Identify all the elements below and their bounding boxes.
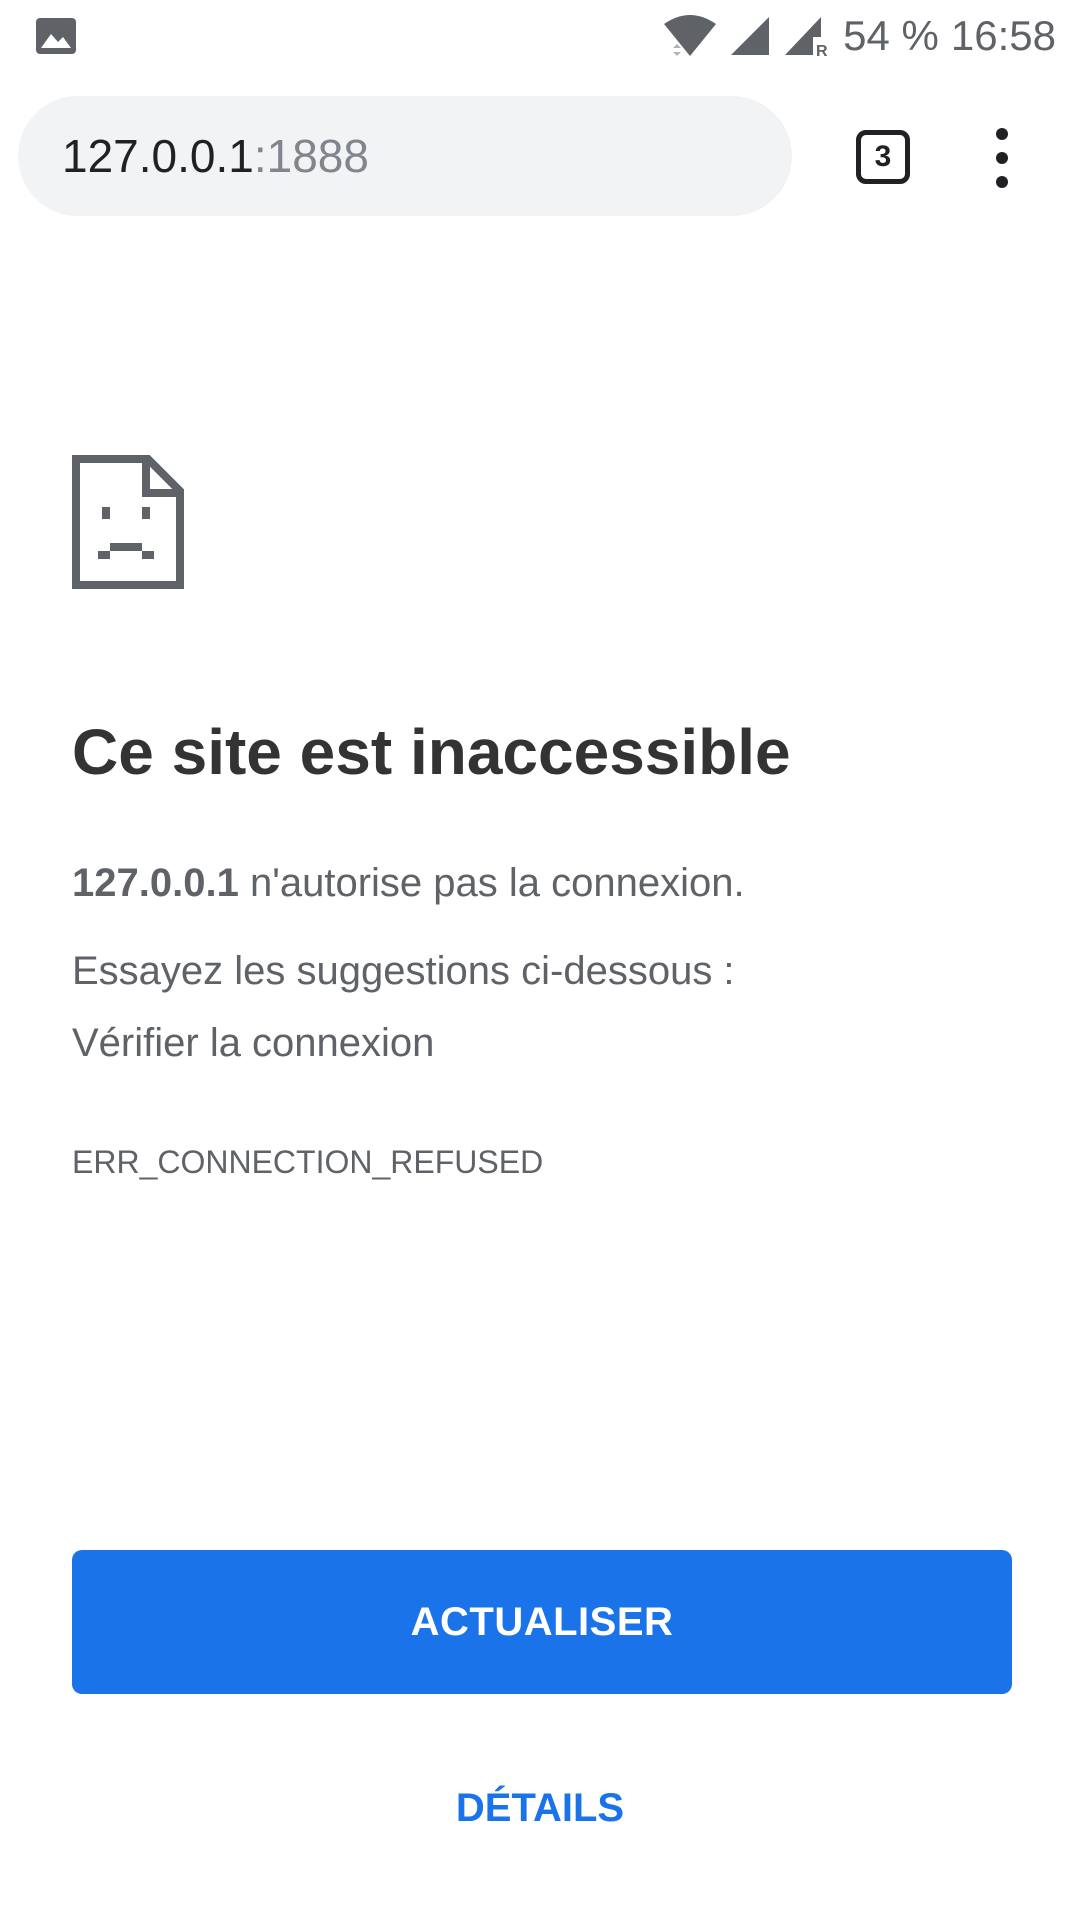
url-port: :1888	[253, 130, 369, 182]
more-vert-icon[interactable]	[978, 128, 1026, 188]
cell-signal-icon	[729, 15, 771, 57]
error-description-text: n'autorise pas la connexion.	[249, 861, 745, 905]
clock: 16:58	[950, 12, 1056, 59]
reload-button[interactable]: ACTUALISER	[72, 1550, 1012, 1694]
battery-level: 54 %	[843, 12, 939, 59]
error-title: Ce site est inaccessible	[72, 716, 791, 788]
tab-switcher-button[interactable]: 3	[856, 130, 910, 184]
browser-toolbar: 127.0.0.1:1888 3	[0, 90, 1080, 224]
menu-dot	[996, 128, 1008, 140]
status-indicators: R 54 % 16:58	[663, 12, 1056, 60]
details-button[interactable]: DÉTAILS	[340, 1768, 740, 1848]
url-host: 127.0.0.1	[62, 130, 254, 182]
error-host: 127.0.0.1	[72, 861, 239, 905]
menu-dot	[996, 152, 1008, 164]
svg-text:R: R	[816, 43, 828, 57]
menu-dot	[996, 176, 1008, 188]
error-code: ERR_CONNECTION_REFUSED	[72, 1144, 544, 1180]
tab-count: 3	[874, 140, 892, 173]
sad-page-icon	[72, 455, 184, 589]
url-bar[interactable]: 127.0.0.1:1888	[18, 96, 792, 216]
suggestions-heading: Essayez les suggestions ci-dessous :	[72, 949, 735, 993]
cell-signal-roaming-icon: R	[783, 15, 831, 57]
wifi-icon	[663, 14, 717, 58]
error-description: 127.0.0.1 n'autorise pas la connexion.	[72, 858, 1012, 908]
image-notification-icon	[36, 18, 76, 54]
status-bar: R 54 % 16:58	[0, 0, 1080, 72]
suggestion-item: Vérifier la connexion	[72, 1021, 435, 1065]
browser-page: R 54 % 16:58 127.0.0.1:1888 3 Ce site e…	[0, 0, 1080, 1920]
